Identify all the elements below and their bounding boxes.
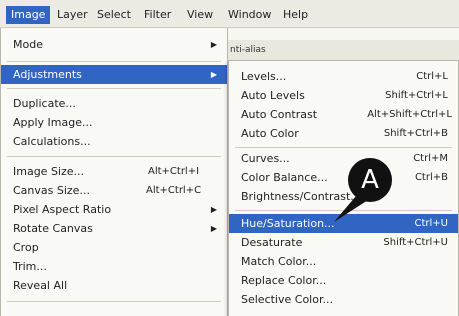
- separator: [7, 301, 221, 302]
- menu-item-label: Match Color...: [241, 255, 317, 268]
- menu-item-match-color[interactable]: Match Color...: [229, 252, 458, 271]
- shortcut-label: Ctrl+L: [416, 71, 448, 82]
- separator: [7, 88, 221, 89]
- menu-item-pixel-aspect-ratio[interactable]: Pixel Aspect Ratio ▶: [1, 200, 227, 219]
- menu-item-label: Replace Color...: [241, 274, 327, 287]
- menu-item-label: Reveal All: [13, 279, 68, 292]
- anti-alias-label: nti-alias: [230, 45, 266, 55]
- image-menu: Mode ▶ Adjustments ▶ Duplicate... Apply …: [0, 28, 228, 316]
- menu-item-apply-image[interactable]: Apply Image...: [1, 113, 227, 132]
- menu-item-label: Calculations...: [13, 135, 91, 148]
- menu-item-label: Hue/Saturation...: [241, 217, 335, 230]
- menu-item-desaturate[interactable]: Desaturate Shift+Ctrl+U: [229, 233, 458, 252]
- menu-item-label: Pixel Aspect Ratio: [13, 203, 112, 216]
- separator: [7, 156, 221, 157]
- menu-item-duplicate[interactable]: Duplicate...: [1, 94, 227, 113]
- menu-item-label: Color Balance...: [241, 171, 328, 184]
- menu-item-trim[interactable]: Trim...: [1, 257, 227, 276]
- submenu-arrow-icon: ▶: [210, 70, 217, 79]
- submenu-arrow-icon: ▶: [210, 40, 217, 49]
- submenu-arrow-icon: ▶: [210, 205, 217, 214]
- menu-item-calculations[interactable]: Calculations...: [1, 132, 227, 151]
- shortcut-label: Shift+Ctrl+B: [383, 128, 448, 139]
- shortcut-label: Ctrl+B: [414, 172, 448, 183]
- menu-item-label: Rotate Canvas: [13, 222, 93, 235]
- adjustments-submenu: Levels... Ctrl+L Auto Levels Shift+Ctrl+…: [228, 60, 459, 316]
- menu-item-curves[interactable]: Curves... Ctrl+M: [229, 149, 458, 168]
- menu-item-label: Image Size...: [13, 165, 85, 178]
- menu-item-replace-color[interactable]: Replace Color...: [229, 271, 458, 290]
- menu-item-label: Canvas Size...: [13, 184, 90, 197]
- menu-item-auto-color[interactable]: Auto Color Shift+Ctrl+B: [229, 124, 458, 143]
- menu-item-label: Curves...: [241, 152, 290, 165]
- menu-item-hue-saturation[interactable]: Hue/Saturation... Ctrl+U: [229, 214, 458, 233]
- shortcut-label: Alt+Shift+Ctrl+L: [367, 109, 452, 120]
- submenu-arrow-icon: ▶: [210, 224, 217, 233]
- menu-bar: Image Layer Select Filter View Window He…: [0, 0, 459, 28]
- separator: [7, 61, 221, 62]
- menu-item-crop[interactable]: Crop: [1, 238, 227, 257]
- menu-item-image-size[interactable]: Image Size... Alt+Ctrl+I: [1, 162, 227, 181]
- menu-item-auto-contrast[interactable]: Auto Contrast Alt+Shift+Ctrl+L: [229, 105, 458, 124]
- shortcut-label: Ctrl+U: [414, 218, 449, 229]
- menu-item-selective-color[interactable]: Selective Color...: [229, 290, 458, 309]
- menu-item-label: Crop: [13, 241, 39, 254]
- menu-item-levels[interactable]: Levels... Ctrl+L: [229, 67, 458, 86]
- menu-item-label: Auto Contrast: [241, 108, 318, 121]
- menu-item-adjustments[interactable]: Adjustments ▶: [1, 65, 227, 84]
- menu-item-label: Levels...: [241, 70, 287, 83]
- shortcut-label: Ctrl+M: [413, 153, 448, 164]
- menu-item-canvas-size[interactable]: Canvas Size... Alt+Ctrl+C: [1, 181, 227, 200]
- menu-item-rotate-canvas[interactable]: Rotate Canvas ▶: [1, 219, 227, 238]
- menu-item-label: Selective Color...: [241, 293, 333, 306]
- separator: [235, 147, 452, 148]
- menu-image[interactable]: Image: [6, 6, 51, 24]
- menu-item-label: Apply Image...: [13, 116, 93, 129]
- shortcut-label: Alt+Ctrl+C: [146, 185, 202, 196]
- menu-item-label: Brightness/Contrast...: [241, 190, 361, 203]
- menu-item-auto-levels[interactable]: Auto Levels Shift+Ctrl+L: [229, 86, 458, 105]
- shortcut-label: Alt+Ctrl+I: [148, 166, 200, 177]
- menu-item-label: Auto Color: [241, 127, 299, 140]
- menu-help[interactable]: Help: [283, 6, 308, 24]
- menu-item-reveal-all[interactable]: Reveal All: [1, 276, 227, 295]
- shortcut-label: Shift+Ctrl+L: [385, 90, 448, 101]
- callout-badge: A: [348, 158, 392, 202]
- menu-item-mode[interactable]: Mode ▶: [1, 35, 227, 54]
- menu-layer[interactable]: Layer: [57, 6, 88, 24]
- menu-view[interactable]: View: [187, 6, 213, 24]
- menu-select[interactable]: Select: [97, 6, 131, 24]
- menu-item-color-balance[interactable]: Color Balance... Ctrl+B: [229, 168, 458, 187]
- menu-item-label: Auto Levels: [241, 89, 305, 102]
- menu-item-label: Mode: [13, 38, 43, 51]
- menu-item-label: Trim...: [13, 260, 47, 273]
- menu-filter[interactable]: Filter: [144, 6, 171, 24]
- menu-item-brightness-contrast[interactable]: Brightness/Contrast...: [229, 187, 458, 206]
- menu-item-label: Adjustments: [13, 68, 82, 81]
- separator: [235, 210, 452, 211]
- menu-item-label: Duplicate...: [13, 97, 76, 110]
- menu-window[interactable]: Window: [228, 6, 271, 24]
- shortcut-label: Shift+Ctrl+U: [383, 237, 448, 248]
- menu-item-label: Desaturate: [241, 236, 303, 249]
